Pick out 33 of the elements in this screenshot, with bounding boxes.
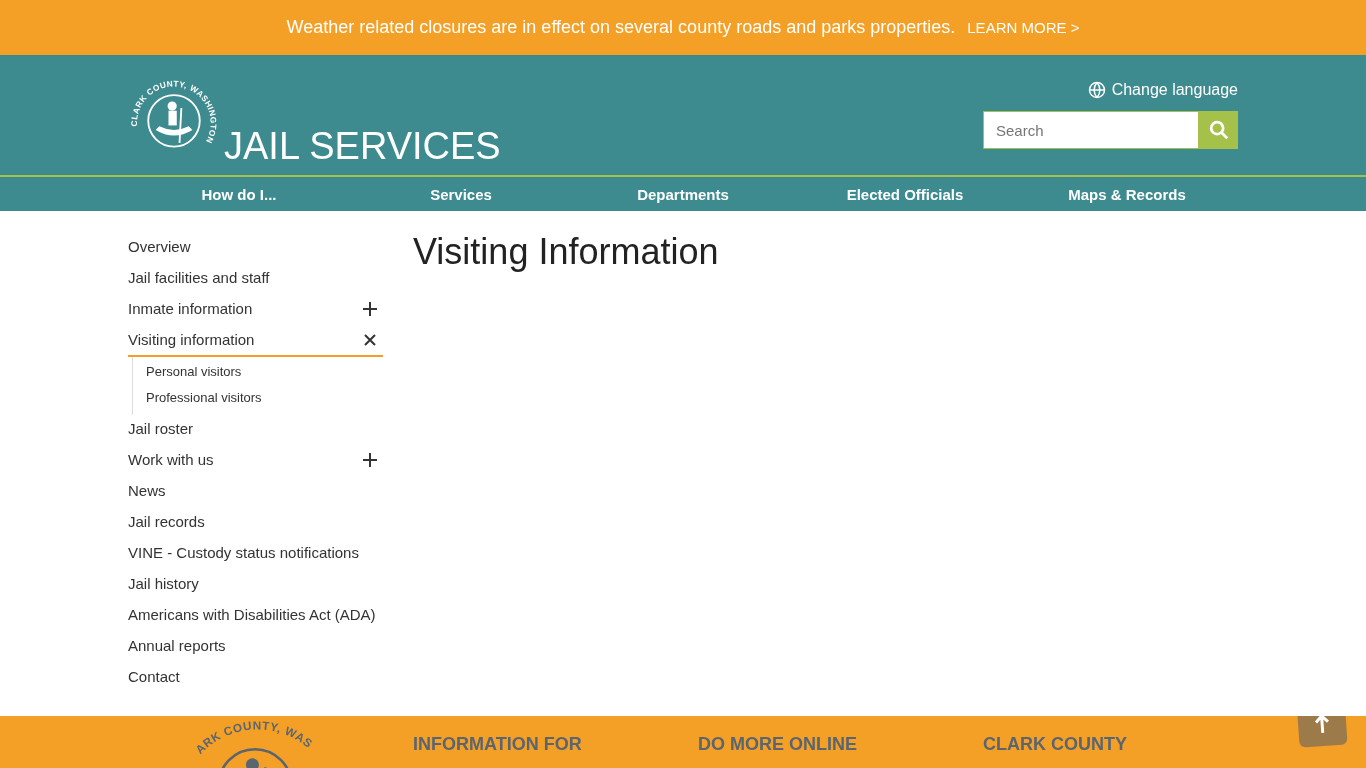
globe-icon	[1087, 81, 1106, 99]
sidebar-item[interactable]: News	[128, 477, 383, 508]
change-language-link[interactable]: Change language	[1087, 81, 1238, 99]
plus-icon[interactable]	[362, 452, 378, 468]
sidebar-item[interactable]: Inmate information	[128, 295, 383, 326]
footer-heading: DO MORE ONLINE	[698, 734, 858, 756]
footer-heading: CLARK COUNTY	[983, 734, 1128, 756]
nav-link[interactable]: Services	[350, 177, 572, 211]
nav-link[interactable]: Elected Officials	[794, 177, 1016, 211]
alert-message: Weather related closures are in effect on several county roads and parks properties.	[286, 17, 956, 38]
footer-heading: INFORMATION FOR	[413, 734, 583, 756]
sidebar-item[interactable]: Jail records	[128, 508, 383, 539]
sidebar-item[interactable]: Annual reports	[128, 632, 383, 663]
sidebar-item[interactable]: Jail history	[128, 570, 383, 601]
nav-link[interactable]: Maps & Records	[1016, 177, 1238, 211]
sidebar-item[interactable]: VINE - Custody status notifications	[128, 539, 383, 570]
sidebar-item[interactable]: Jail roster	[128, 415, 383, 446]
sidebar-item[interactable]: Americans with Disabilities Act (ADA)	[128, 601, 383, 632]
sidebar-item[interactable]: Contact	[128, 663, 383, 694]
sidebar-subitem[interactable]: Professional visitors	[146, 385, 383, 411]
nav-link[interactable]: How do I...	[128, 177, 350, 211]
plus-icon[interactable]	[362, 301, 378, 317]
site-title: JAIL SERVICES	[224, 127, 501, 165]
nav-link[interactable]: Departments	[572, 177, 794, 211]
sidebar-item[interactable]: Visiting information	[128, 326, 383, 357]
sidebar-item[interactable]: Work with us	[128, 446, 383, 477]
search-field[interactable]: Search	[983, 111, 1199, 149]
search-icon	[1207, 119, 1230, 141]
sidebar-item[interactable]: Overview	[128, 233, 383, 264]
sidebar-subitem[interactable]: Personal visitors	[146, 359, 383, 385]
page-title: Visiting Information	[413, 231, 720, 273]
close-icon[interactable]	[363, 333, 377, 347]
sidebar-item[interactable]: Jail facilities and staff	[128, 264, 383, 295]
